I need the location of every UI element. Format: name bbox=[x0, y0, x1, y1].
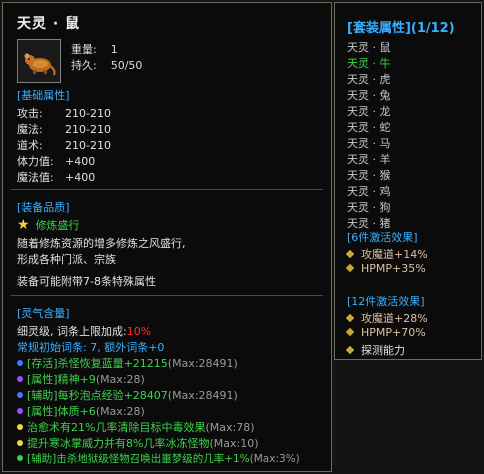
diamond-icon bbox=[345, 249, 355, 259]
item-tooltip: 天灵 · 鼠 重量: 1 持久: 50/50 [基础属性] 攻击: 210-210 魔… bbox=[2, 2, 332, 472]
diamond-icon bbox=[345, 345, 355, 355]
quality-name: 修炼盛行 bbox=[35, 219, 80, 232]
twelve-piece-header: [12件激活效果] bbox=[347, 295, 425, 308]
set-item: 天灵 · 马 bbox=[347, 137, 391, 150]
set-item: 天灵 · 虎 bbox=[347, 73, 391, 86]
bullet-icon bbox=[17, 424, 23, 430]
bullet-icon bbox=[17, 440, 23, 446]
bonus-line: 提升寒冰掌威力并有8%几率冰冻怪物(Max:10) bbox=[17, 435, 258, 451]
item-title: 天灵 · 鼠 bbox=[17, 16, 81, 32]
bonus-line: 治愈术有21%几率清除目标中毒效果(Max:78) bbox=[17, 419, 254, 435]
weight-value: 1 bbox=[110, 43, 118, 56]
set-bonus-panel: [套装属性](1/12) 天灵 · 鼠 天灵 · 牛 天灵 · 虎 天灵 · 兔… bbox=[334, 2, 482, 360]
set-item: 天灵 · 牛 bbox=[347, 57, 391, 70]
six-piece-effect: HPMP+35% bbox=[343, 262, 426, 275]
bonus-line: [属性]精神+9(Max:28) bbox=[17, 371, 145, 387]
bonus-line: [属性]体质+6(Max:28) bbox=[17, 403, 145, 419]
spirit-initial-line: 常规初始词条: 7, 额外词条+0 bbox=[17, 341, 165, 354]
bullet-icon bbox=[17, 408, 23, 414]
diamond-icon bbox=[345, 327, 355, 337]
bonus-line: [存活]杀怪恢复蓝量+21215(Max:28491) bbox=[17, 355, 238, 371]
item-icon-frame bbox=[17, 39, 61, 83]
bonus-line: [辅助]每秒泡点经验+28407(Max:28491) bbox=[17, 387, 238, 403]
bullet-icon bbox=[17, 392, 23, 398]
twelve-piece-effect: HPMP+70% bbox=[343, 326, 426, 339]
spirit-level-text: 细灵级, 词条上限加成: bbox=[17, 325, 127, 338]
divider bbox=[11, 189, 323, 190]
star-icon: ★ bbox=[17, 217, 30, 233]
rat-icon bbox=[24, 53, 56, 76]
divider bbox=[11, 295, 323, 296]
spirit-level-bonus: 10% bbox=[126, 325, 152, 338]
bullet-icon bbox=[17, 455, 23, 461]
attr-mp: 魔法值: +400 bbox=[17, 171, 96, 184]
spirit-header: [灵气含量] bbox=[17, 307, 70, 320]
basic-attr-header: [基础属性] bbox=[17, 89, 70, 102]
attr-magic: 魔法: 210-210 bbox=[17, 123, 111, 136]
attr-attack: 攻击: 210-210 bbox=[17, 107, 111, 120]
set-item: 天灵 · 羊 bbox=[347, 153, 391, 166]
six-piece-header: [6件激活效果] bbox=[347, 231, 418, 244]
bullet-icon bbox=[17, 376, 23, 382]
set-item: 天灵 · 猴 bbox=[347, 169, 391, 182]
spirit-level-line: 细灵级, 词条上限加成:10% bbox=[17, 323, 151, 339]
quality-name-line: ★ 修炼盛行 bbox=[17, 217, 80, 233]
diamond-icon bbox=[345, 313, 355, 323]
quality-desc-1: 随着修炼资源的增多修炼之风盛行, bbox=[17, 237, 186, 250]
set-item: 天灵 · 鼠 bbox=[347, 41, 391, 54]
attr-taoism: 道术: 210-210 bbox=[17, 139, 111, 152]
durability-label: 持久: bbox=[71, 59, 97, 72]
six-piece-effect: 攻魔道+14% bbox=[343, 246, 428, 262]
quality-note: 装备可能附带7-8条特殊属性 bbox=[17, 275, 156, 288]
set-title: [套装属性](1/12) bbox=[347, 21, 455, 36]
attr-hp: 体力值: +400 bbox=[17, 155, 96, 168]
twelve-piece-effect: 探测能力 bbox=[343, 342, 405, 358]
durability-value: 50/50 bbox=[110, 59, 143, 72]
quality-desc-2: 形成各种门派、宗族 bbox=[17, 253, 116, 266]
set-item: 天灵 · 鸡 bbox=[347, 185, 391, 198]
quality-header: [装备品质] bbox=[17, 201, 70, 214]
set-item: 天灵 · 狗 bbox=[347, 201, 391, 214]
diamond-icon bbox=[345, 263, 355, 273]
bonus-line: [辅助]击杀地狱级怪物召唤出噩梦级的几率+1%(Max:3%) bbox=[17, 451, 300, 466]
durability-line: 持久: 50/50 bbox=[71, 57, 142, 73]
weight-line: 重量: 1 bbox=[71, 41, 118, 57]
weight-label: 重量: bbox=[71, 43, 97, 56]
set-item: 天灵 · 蛇 bbox=[347, 121, 391, 134]
set-item: 天灵 · 龙 bbox=[347, 105, 391, 118]
set-item: 天灵 · 兔 bbox=[347, 89, 391, 102]
bullet-icon bbox=[17, 360, 23, 366]
twelve-piece-effect: 攻魔道+28% bbox=[343, 310, 428, 326]
